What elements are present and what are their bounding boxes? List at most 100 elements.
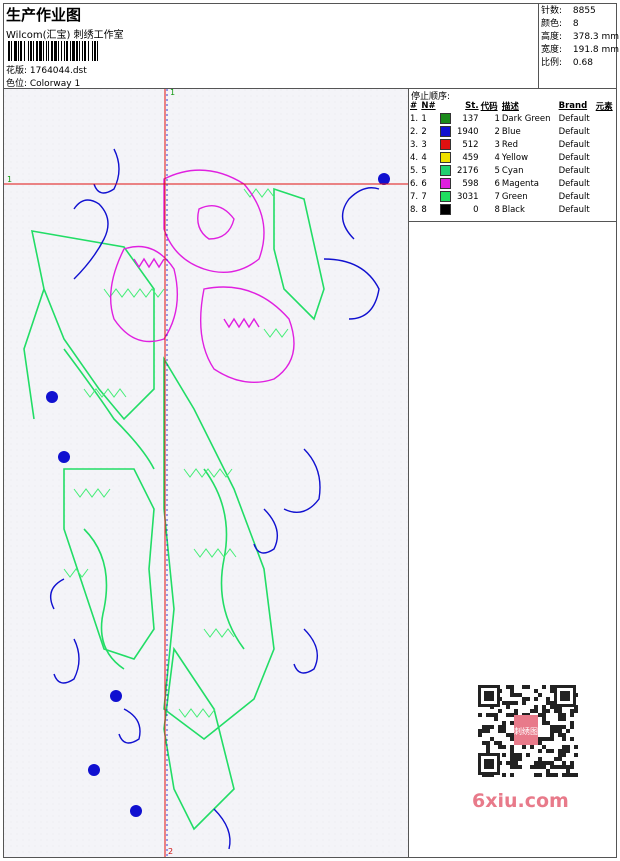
color-swatch bbox=[439, 152, 451, 163]
header: 生产作业图 Wilcom(汇宝) 刺绣工作室 花版: 1764044.dst 色… bbox=[4, 4, 538, 89]
cell-element bbox=[595, 190, 616, 203]
cell-needle: 5 bbox=[421, 165, 427, 176]
cell-needle: 2 bbox=[421, 126, 427, 137]
table-row: 4. 4 459 4 Yellow Default bbox=[409, 151, 616, 164]
pattern-file: 花版: 1764044.dst bbox=[6, 66, 87, 76]
cell-description: Red bbox=[501, 139, 519, 150]
cell-index: 5. bbox=[410, 165, 419, 176]
qr-code-image: 刺绣图 bbox=[470, 681, 586, 781]
color-swatch bbox=[439, 204, 451, 215]
cell-description: Black bbox=[501, 204, 525, 215]
col-brand: Brand bbox=[558, 101, 588, 111]
cell-element bbox=[595, 177, 616, 190]
stat-scale: 比例: 0.68 bbox=[541, 58, 593, 68]
axis-label-left: 1 bbox=[7, 175, 13, 184]
cell-stitches: 137 bbox=[462, 113, 479, 124]
cell-element bbox=[595, 151, 616, 164]
cell-brand: Default bbox=[558, 152, 590, 163]
cell-description: Green bbox=[501, 191, 528, 202]
cell-stitches: 1940 bbox=[456, 126, 479, 137]
cell-stitches: 459 bbox=[462, 152, 479, 163]
col-hash: # bbox=[410, 101, 418, 111]
col-n: N# bbox=[421, 101, 436, 111]
cell-description: Blue bbox=[501, 126, 521, 137]
cell-index: 4. bbox=[410, 152, 419, 163]
cell-element bbox=[595, 164, 616, 177]
cell-code: 3 bbox=[494, 139, 500, 150]
embroidery-drawing bbox=[4, 89, 408, 857]
cell-needle: 3 bbox=[421, 139, 427, 150]
company-name: Wilcom(汇宝) 刺绣工作室 bbox=[6, 30, 124, 41]
table-row: 2. 2 1940 2 Blue Default bbox=[409, 125, 616, 138]
cell-needle: 1 bbox=[421, 113, 427, 124]
color-swatch bbox=[439, 139, 451, 150]
stat-colors: 颜色: 8 bbox=[541, 19, 579, 29]
cell-index: 1. bbox=[410, 113, 419, 124]
cell-element bbox=[595, 125, 616, 138]
embroidery-preview: 1 1 2 bbox=[4, 89, 408, 857]
col-code: 代码 bbox=[480, 102, 498, 112]
axis-label-bottom: 2 bbox=[168, 847, 174, 856]
color-swatch bbox=[439, 165, 451, 176]
stop-sequence: 停止顺序: # N# St. 代码 描述 Brand 元素 1. 1 137 1 Dar… bbox=[409, 89, 616, 221]
page-title: 生产作业图 bbox=[6, 6, 82, 24]
color-swatch bbox=[439, 191, 451, 202]
design-stats: 针数: 8855 颜色: 8 高度: 378.3 mm 宽度: 191.8 mm… bbox=[541, 5, 619, 70]
cell-swatch bbox=[439, 138, 454, 151]
cell-brand: Default bbox=[558, 178, 590, 189]
cell-needle: 4 bbox=[421, 152, 427, 163]
table-row: 3. 3 512 3 Red Default bbox=[409, 138, 616, 151]
table-bottom-rule bbox=[409, 221, 616, 222]
cell-needle: 8 bbox=[421, 204, 427, 215]
cell-code: 4 bbox=[494, 152, 500, 163]
cell-code: 6 bbox=[494, 178, 500, 189]
col-stitches: St. bbox=[465, 101, 479, 111]
cell-index: 6. bbox=[410, 178, 419, 189]
color-swatch bbox=[439, 113, 451, 124]
cell-code: 8 bbox=[494, 204, 500, 215]
cell-index: 7. bbox=[410, 191, 419, 202]
table-header-row: # N# St. 代码 描述 Brand 元素 bbox=[409, 100, 616, 112]
cell-swatch bbox=[439, 151, 454, 164]
cell-description: Magenta bbox=[501, 178, 539, 189]
cell-stitches: 0 bbox=[473, 204, 479, 215]
table-row: 1. 1 137 1 Dark Green Default bbox=[409, 112, 616, 125]
cell-brand: Default bbox=[558, 113, 590, 124]
cell-index: 8. bbox=[410, 204, 419, 215]
col-swatch bbox=[439, 100, 454, 112]
cell-stitches: 3031 bbox=[456, 191, 479, 202]
color-swatch bbox=[439, 126, 451, 137]
cell-swatch bbox=[439, 112, 454, 125]
cell-swatch bbox=[439, 177, 454, 190]
table-row: 6. 6 598 6 Magenta Default bbox=[409, 177, 616, 190]
barcode bbox=[8, 41, 98, 61]
table-row: 8. 8 0 8 Black Default bbox=[409, 203, 616, 216]
col-element: 元素 bbox=[595, 102, 613, 112]
cell-stitches: 512 bbox=[462, 139, 479, 150]
cell-code: 1 bbox=[494, 113, 500, 124]
cell-stitches: 2176 bbox=[456, 165, 479, 176]
table-row: 7. 7 3031 7 Green Default bbox=[409, 190, 616, 203]
cell-description: Yellow bbox=[501, 152, 529, 163]
header-divider bbox=[538, 4, 539, 88]
color-swatch bbox=[439, 178, 451, 189]
stop-sequence-table: # N# St. 代码 描述 Brand 元素 1. 1 137 1 Dark Gree… bbox=[409, 100, 616, 216]
cell-index: 2. bbox=[410, 126, 419, 137]
cell-needle: 7 bbox=[421, 191, 427, 202]
cell-element bbox=[595, 203, 616, 216]
col-description: 描述 bbox=[501, 102, 519, 112]
stat-width: 宽度: 191.8 mm bbox=[541, 45, 620, 55]
cell-description: Cyan bbox=[501, 165, 524, 176]
watermark-logo: 6xiu.com bbox=[472, 790, 569, 812]
stat-height: 高度: 378.3 mm bbox=[541, 32, 620, 42]
table-row: 5. 5 2176 5 Cyan Default bbox=[409, 164, 616, 177]
cell-swatch bbox=[439, 164, 454, 177]
cell-description: Dark Green bbox=[501, 113, 551, 124]
cell-swatch bbox=[439, 203, 454, 216]
cell-element bbox=[595, 138, 616, 151]
cell-needle: 6 bbox=[421, 178, 427, 189]
cell-swatch bbox=[439, 125, 454, 138]
svg-text:刺绣图: 刺绣图 bbox=[514, 726, 538, 736]
cell-index: 3. bbox=[410, 139, 419, 150]
cell-brand: Default bbox=[558, 191, 590, 202]
